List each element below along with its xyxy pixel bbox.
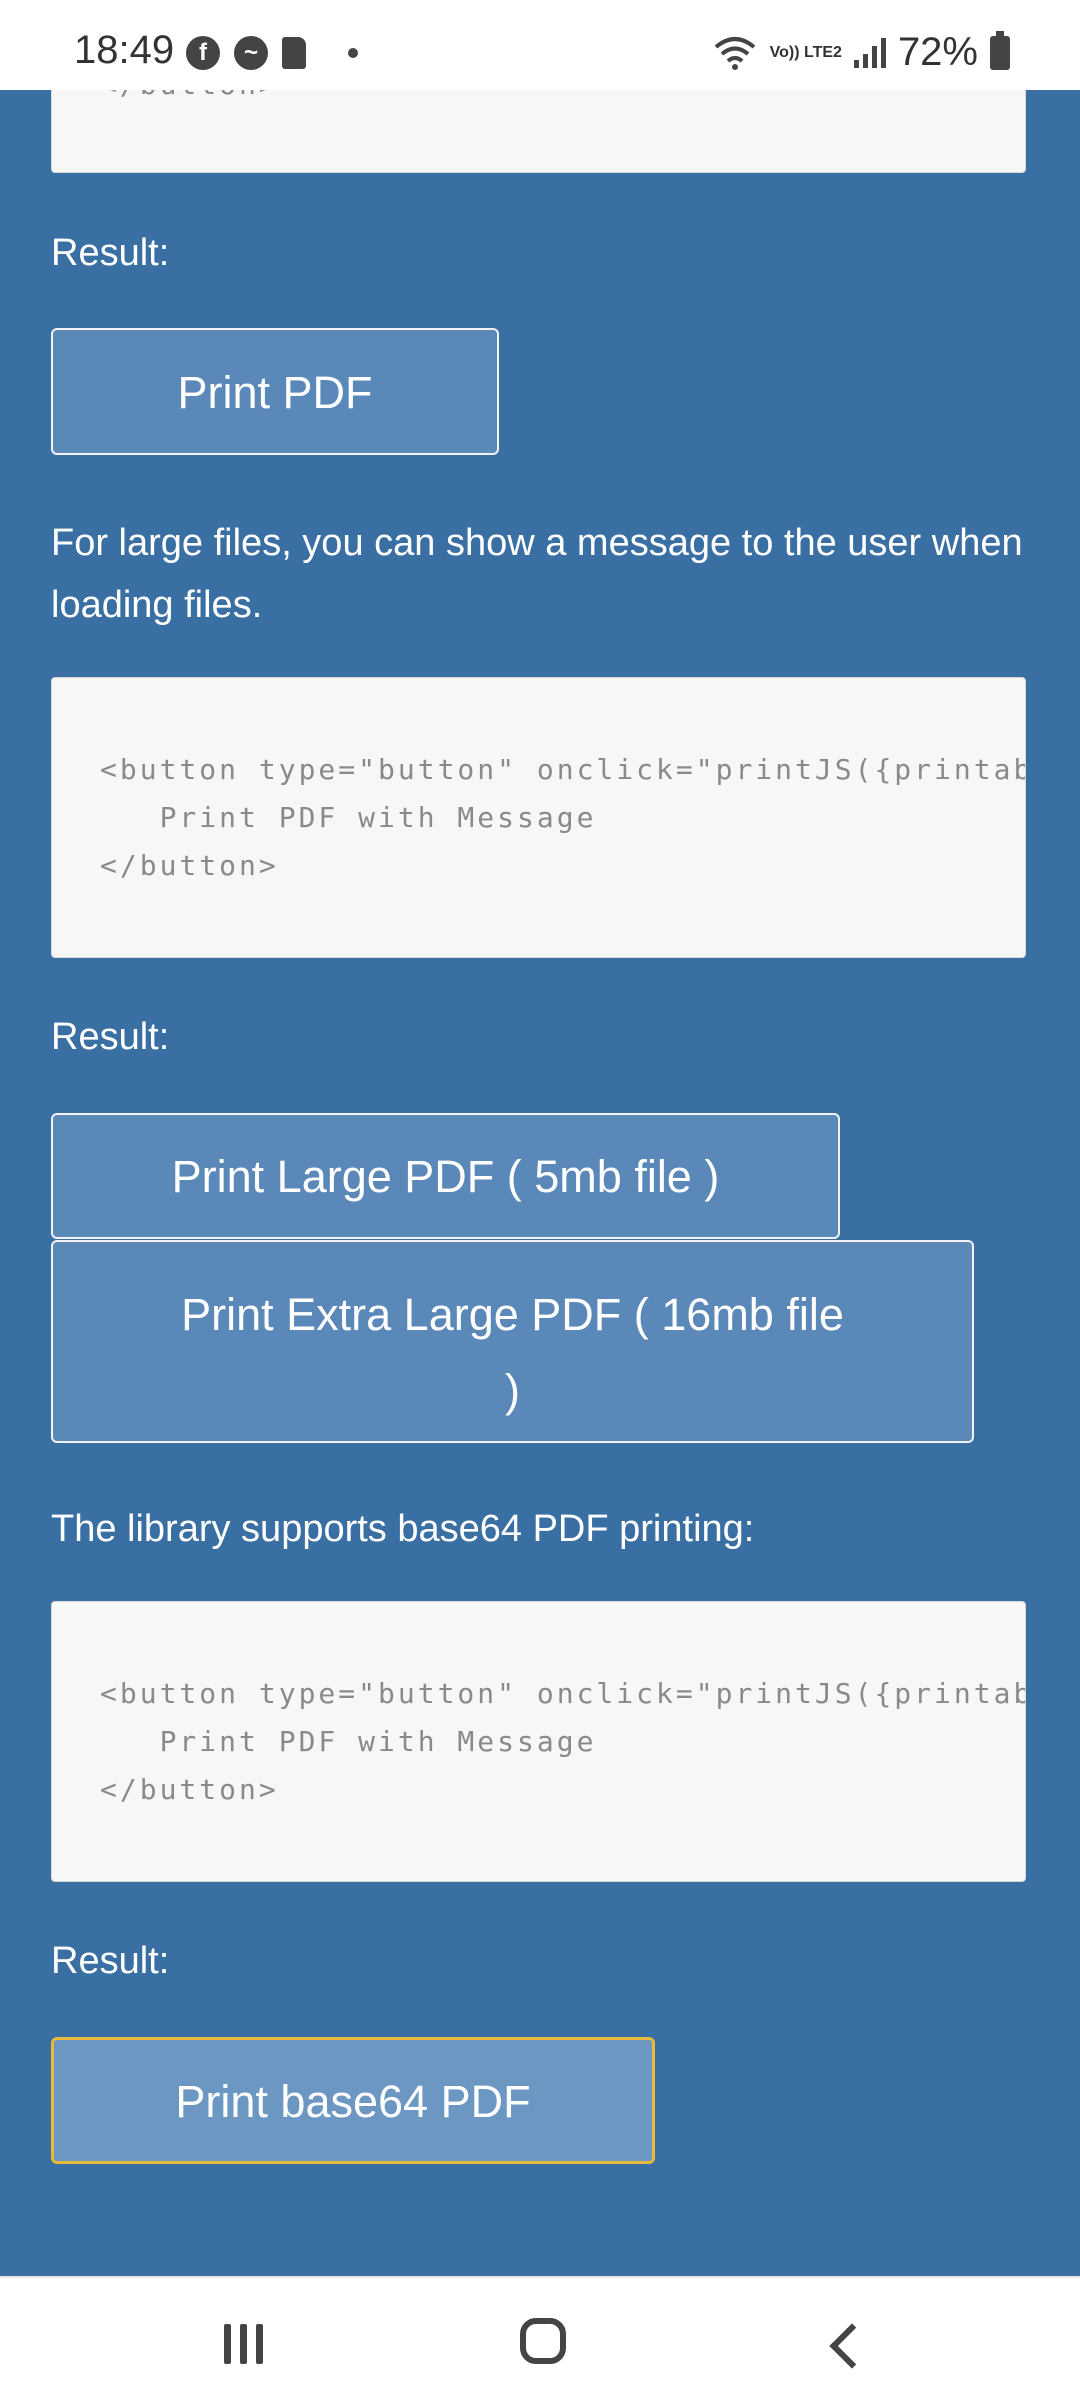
notification-icons: f ~ xyxy=(186,36,358,70)
code-line: <button type="button" onclick="printJS({… xyxy=(100,753,1026,786)
code-block-text: <button type="button" onclick="printJS({… xyxy=(100,746,1026,890)
battery-percent: 72% xyxy=(897,30,978,74)
page-content[interactable]: </button> Result: Print PDF For large fi… xyxy=(0,90,1080,2276)
status-right: Vo)) LTE2 72% xyxy=(712,30,1010,75)
code-block-base64: <button type="button" onclick="printJS({… xyxy=(51,1601,1026,1882)
volte-icon: Vo)) LTE2 xyxy=(769,43,842,61)
button-label-line: Print Extra Large PDF ( 16mb file xyxy=(181,1289,844,1340)
print-base64-pdf-button[interactable]: Print base64 PDF xyxy=(51,2037,655,2164)
large-files-paragraph: For large files, you can show a message … xyxy=(51,522,1023,626)
signal-icon xyxy=(853,37,886,68)
code-line: Print PDF with Message xyxy=(100,1725,597,1758)
sd-card-icon xyxy=(282,37,306,69)
code-block-top: </button> xyxy=(51,90,1026,173)
code-line: </button> xyxy=(100,849,279,882)
print-extra-large-pdf-button[interactable]: Print Extra Large PDF ( 16mb file ) xyxy=(51,1240,974,1443)
home-icon[interactable] xyxy=(520,2318,566,2364)
print-pdf-button[interactable]: Print PDF xyxy=(51,328,499,455)
code-block-text: <button type="button" onclick="printJS({… xyxy=(100,1670,1026,1814)
result-label: Result: xyxy=(51,1016,170,1058)
battery-icon xyxy=(990,30,1010,70)
recent-apps-icon[interactable] xyxy=(224,2324,263,2364)
status-bar: 18:49 f ~ Vo)) LTE2 72% xyxy=(0,0,1080,90)
code-line: Print PDF with Message xyxy=(100,801,597,834)
code-line: <button type="button" onclick="printJS({… xyxy=(100,1677,1026,1710)
facebook-icon: f xyxy=(186,36,220,70)
code-block-large-files: <button type="button" onclick="printJS({… xyxy=(51,677,1026,958)
messenger-icon: ~ xyxy=(234,36,268,70)
dot-icon xyxy=(348,48,358,58)
code-tail: </button> xyxy=(100,90,279,109)
result-label: Result: xyxy=(51,1940,170,1982)
back-icon[interactable] xyxy=(829,2323,875,2369)
base64-paragraph: The library supports base64 PDF printing… xyxy=(51,1508,755,1550)
status-time: 18:49 xyxy=(74,28,175,72)
wifi-icon xyxy=(714,36,755,70)
print-large-pdf-button[interactable]: Print Large PDF ( 5mb file ) xyxy=(51,1113,840,1239)
navigation-bar xyxy=(0,2276,1080,2400)
button-label-line: ) xyxy=(505,1365,520,1416)
result-label: Result: xyxy=(51,232,170,274)
code-line: </button> xyxy=(100,1773,279,1806)
